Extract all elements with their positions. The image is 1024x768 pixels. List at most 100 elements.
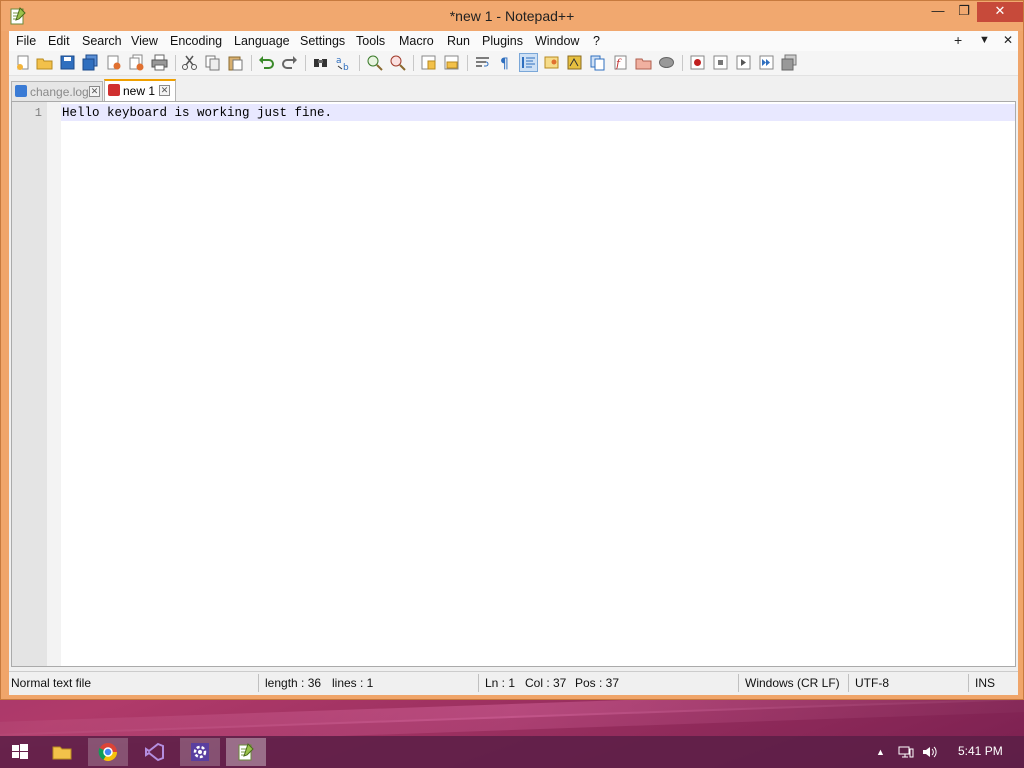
monitoring-icon[interactable] (658, 54, 675, 71)
doc-map-icon[interactable] (566, 54, 583, 71)
status-length: length : 36 (265, 676, 322, 690)
menu-tools[interactable]: Tools (356, 34, 385, 48)
status-col: Col : 37 (525, 676, 567, 690)
line-number-gutter (12, 102, 47, 666)
title-bar[interactable]: *new 1 - Notepad++ — ❐ ✕ (1, 1, 1023, 31)
status-pos: Pos : 37 (575, 676, 620, 690)
close-document-button[interactable]: ✕ (1003, 33, 1013, 47)
tab-label: new 1 (123, 84, 156, 98)
open-file-icon[interactable] (36, 54, 53, 71)
status-file-type: Normal text file (11, 676, 92, 690)
find-icon[interactable] (312, 54, 329, 71)
svg-text:b: b (343, 63, 349, 71)
toolbar-separator (305, 55, 306, 71)
svg-text:¶: ¶ (500, 56, 509, 71)
menu-encoding[interactable]: Encoding (170, 34, 222, 48)
save-macro-icon[interactable] (781, 54, 798, 71)
tab-list-dropdown-button[interactable]: ▼ (979, 34, 990, 46)
start-icon (12, 744, 28, 759)
toolbar-separator (175, 55, 176, 71)
tab-new-1[interactable]: new 1 ✕ (104, 79, 176, 101)
copy-icon[interactable] (204, 54, 221, 71)
menu-file[interactable]: File (16, 34, 36, 48)
cut-icon[interactable] (181, 54, 198, 71)
menu-language[interactable]: Language (234, 34, 290, 48)
saved-file-icon (15, 85, 27, 97)
maximize-button[interactable]: ❐ (951, 2, 977, 22)
save-all-icon[interactable] (82, 54, 99, 71)
menu-run[interactable]: Run (447, 34, 470, 48)
menu-bar: File Edit Search View Encoding Language … (9, 31, 1018, 51)
show-hidden-icons-button[interactable]: ▲ (876, 747, 885, 757)
new-file-icon[interactable] (15, 54, 32, 71)
start-button[interactable] (0, 738, 40, 766)
toolbar-separator (359, 55, 360, 71)
status-divider (968, 674, 969, 692)
indent-guide-icon[interactable] (519, 53, 538, 72)
unsaved-file-icon (108, 84, 120, 96)
zoom-out-icon[interactable] (389, 54, 406, 71)
notepadpp-icon (238, 743, 254, 761)
file-explorer-icon (52, 746, 72, 760)
minimize-button[interactable]: — (925, 2, 951, 22)
doc-list-icon[interactable] (589, 54, 606, 71)
paste-icon[interactable] (227, 54, 244, 71)
save-icon[interactable] (59, 54, 76, 71)
close-all-icon[interactable] (128, 54, 145, 71)
replace-icon[interactable]: ab (335, 54, 352, 73)
text-editor[interactable]: 1 Hello keyboard is working just fine. (11, 101, 1016, 667)
status-divider (258, 674, 259, 692)
line-number: 1 (34, 106, 42, 120)
taskbar-settings[interactable] (180, 738, 220, 766)
volume-icon[interactable] (922, 745, 938, 759)
function-list-icon[interactable]: f (612, 54, 629, 71)
print-icon[interactable] (151, 54, 168, 71)
zoom-in-icon[interactable] (366, 54, 383, 71)
menu-plugins[interactable]: Plugins (482, 34, 523, 48)
tab-close-icon[interactable]: ✕ (89, 86, 100, 97)
toolbar-separator (682, 55, 683, 71)
toolbar-separator (467, 55, 468, 71)
record-macro-icon[interactable] (689, 54, 706, 71)
toolbar: ab ¶ f (9, 51, 1018, 76)
menu-search[interactable]: Search (82, 34, 122, 48)
status-divider (478, 674, 479, 692)
taskbar-chrome[interactable] (88, 738, 128, 766)
new-tab-plus-button[interactable]: + (954, 32, 962, 48)
menu-settings[interactable]: Settings (300, 34, 345, 48)
svg-text:a: a (336, 56, 342, 66)
sync-vertical-icon[interactable] (420, 54, 437, 71)
taskbar-visual-studio[interactable] (134, 738, 174, 766)
fold-margin[interactable] (47, 102, 61, 666)
taskbar-notepadpp[interactable] (226, 738, 266, 766)
system-clock[interactable]: 5:41 PM (958, 744, 1003, 758)
network-icon[interactable] (898, 745, 914, 759)
menu-edit[interactable]: Edit (48, 34, 70, 48)
visual-studio-icon (145, 742, 164, 762)
settings-icon (191, 743, 209, 761)
stop-recording-icon[interactable] (712, 54, 729, 71)
close-window-button[interactable]: ✕ (977, 2, 1023, 22)
udl-icon[interactable] (543, 54, 560, 71)
redo-icon[interactable] (281, 54, 298, 71)
run-macro-multiple-icon[interactable] (758, 54, 775, 71)
tab-close-icon[interactable]: ✕ (159, 85, 170, 96)
close-icon[interactable] (105, 54, 122, 71)
status-encoding: UTF-8 (855, 676, 889, 690)
menu-macro[interactable]: Macro (399, 34, 434, 48)
folder-workspace-icon[interactable] (635, 54, 652, 71)
tab-change-log[interactable]: change.log ✕ (11, 81, 103, 101)
taskbar-file-explorer[interactable] (42, 738, 82, 766)
show-all-chars-icon[interactable]: ¶ (497, 54, 514, 72)
taskbar: ▲ 5:41 PM (0, 736, 1024, 768)
sync-horizontal-icon[interactable] (443, 54, 460, 71)
menu-view[interactable]: View (131, 34, 158, 48)
play-macro-icon[interactable] (735, 54, 752, 71)
tab-label: change.log (30, 85, 89, 99)
word-wrap-icon[interactable] (474, 54, 491, 71)
chrome-icon (98, 743, 117, 762)
menu-window[interactable]: Window (535, 34, 579, 48)
undo-icon[interactable] (258, 54, 275, 71)
editor-text-line[interactable]: Hello keyboard is working just fine. (62, 106, 332, 120)
menu-help[interactable]: ? (593, 34, 600, 48)
